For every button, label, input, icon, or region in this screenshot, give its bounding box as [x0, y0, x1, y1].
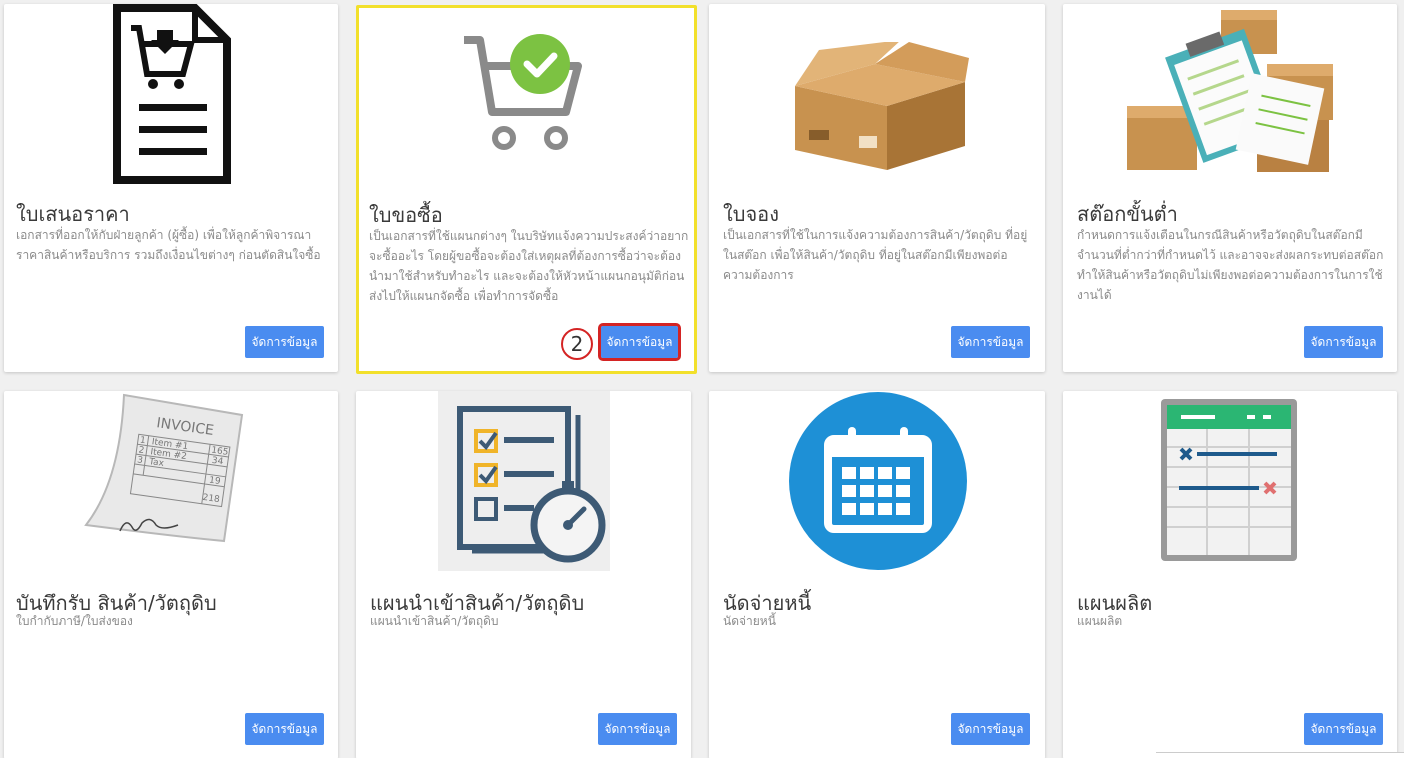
card-quotation: ใบเสนอราคา เอกสารที่ออกให้กับฝ่ายลูกค้า …	[4, 4, 338, 372]
manage-data-button[interactable]: จัดการข้อมูล	[951, 713, 1030, 745]
manage-data-button[interactable]: จัดการข้อมูล	[1304, 326, 1383, 358]
card-description: นัดจ่ายหนี้	[723, 614, 776, 628]
card-purchase-request: ใบขอซื้อ เป็นเอกสารที่ใช้แผนกต่างๆ ในบริ…	[356, 5, 697, 374]
cardboard-box-icon	[791, 40, 969, 172]
spreadsheet-plan-icon	[1161, 399, 1299, 563]
card-reservation: ใบจอง เป็นเอกสารที่ใช้ในการแจ้งความต้องก…	[709, 4, 1045, 372]
card-description: แผนนำเข้าสินค้า/วัตถุดิบ	[370, 614, 499, 628]
module-grid: ใบเสนอราคา เอกสารที่ออกให้กับฝ่ายลูกค้า …	[0, 0, 1404, 758]
manage-data-button[interactable]: จัดการข้อมูล	[951, 326, 1030, 358]
card-goods-receipt: INVOICE 1 Item #1 165 2 Item #2 34 3 Tax…	[4, 391, 338, 758]
invoice-amount: 19	[208, 476, 221, 488]
manage-data-button[interactable]: จัดการข้อมูล	[1304, 713, 1383, 745]
manage-data-button[interactable]: จัดการข้อมูล	[245, 326, 324, 358]
calendar-icon	[788, 391, 968, 571]
invoice-amount: 34	[211, 456, 224, 468]
manage-data-button[interactable]: จัดการข้อมูล	[598, 713, 677, 745]
card-description: เอกสารที่ออกให้กับฝ่ายลูกค้า (ผู้ซื้อ) เ…	[16, 228, 321, 262]
card-description: เป็นเอกสารที่ใช้ในการแจ้งความต้องการสินค…	[723, 228, 1028, 282]
step-number-badge: 2	[561, 328, 593, 360]
card-debt-payment: นัดจ่ายหนี้ นัดจ่ายหนี้ จัดการข้อมูล	[709, 391, 1045, 758]
card-description: กำหนดการแจ้งเตือนในกรณีสินค้าหรือวัตถุดิ…	[1077, 228, 1384, 302]
stock-clipboard-icon	[1123, 4, 1337, 176]
cart-check-icon	[458, 30, 588, 154]
checklist-stopwatch-icon	[438, 391, 610, 571]
card-description: เป็นเอกสารที่ใช้แผนกต่างๆ ในบริษัทแจ้งคว…	[369, 229, 689, 303]
manage-data-button[interactable]: จัดการข้อมูล	[245, 713, 324, 745]
invoice-paper-icon: INVOICE 1 Item #1 165 2 Item #2 34 3 Tax…	[80, 391, 250, 553]
card-minimum-stock: สต๊อกขั้นต่ำ กำหนดการแจ้งเตือนในกรณีสินค…	[1063, 4, 1397, 372]
manage-data-button[interactable]: จัดการข้อมูล	[598, 323, 681, 361]
card-description: แผนผลิต	[1077, 614, 1123, 628]
quotation-document-icon	[111, 4, 231, 184]
card-production-plan: แผนผลิต แผนผลิต จัดการข้อมูล	[1063, 391, 1397, 758]
bottom-edge-panel	[1156, 752, 1404, 758]
card-import-plan: แผนนำเข้าสินค้า/วัตถุดิบ แผนนำเข้าสินค้า…	[356, 391, 691, 758]
card-description: ใบกำกับภาษี/ใบส่งของ	[16, 614, 133, 628]
